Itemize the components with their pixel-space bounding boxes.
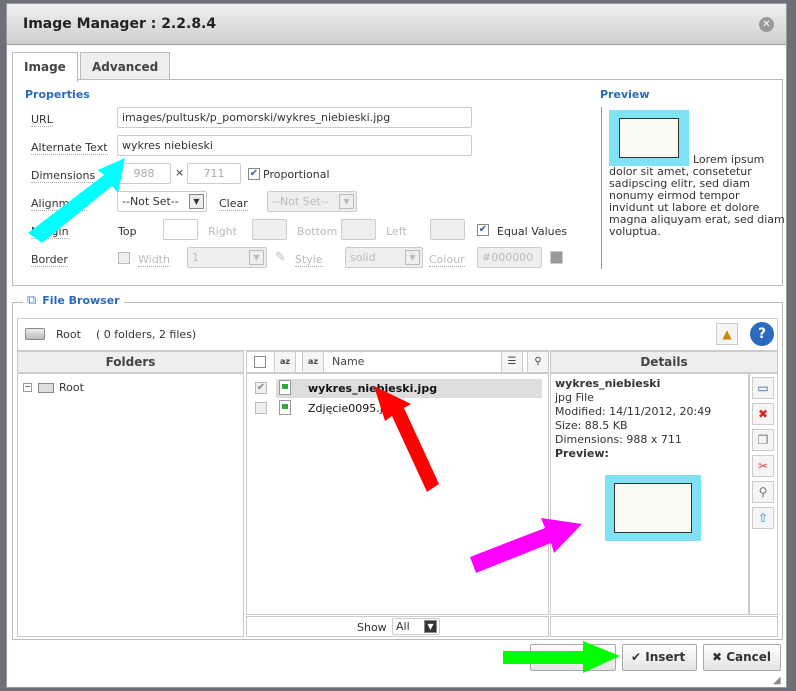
green-arrow bbox=[503, 641, 620, 673]
cyan-arrow bbox=[28, 158, 125, 243]
red-arrow bbox=[374, 386, 439, 492]
tab-image[interactable]: Image bbox=[12, 52, 78, 82]
magenta-arrow bbox=[470, 518, 582, 573]
file-browser-icon: ⧉ bbox=[27, 293, 37, 308]
file-browser-legend: ⧉ File Browser bbox=[23, 293, 124, 308]
annotation-arrows bbox=[28, 158, 620, 673]
file-browser-heading: File Browser bbox=[42, 294, 120, 307]
